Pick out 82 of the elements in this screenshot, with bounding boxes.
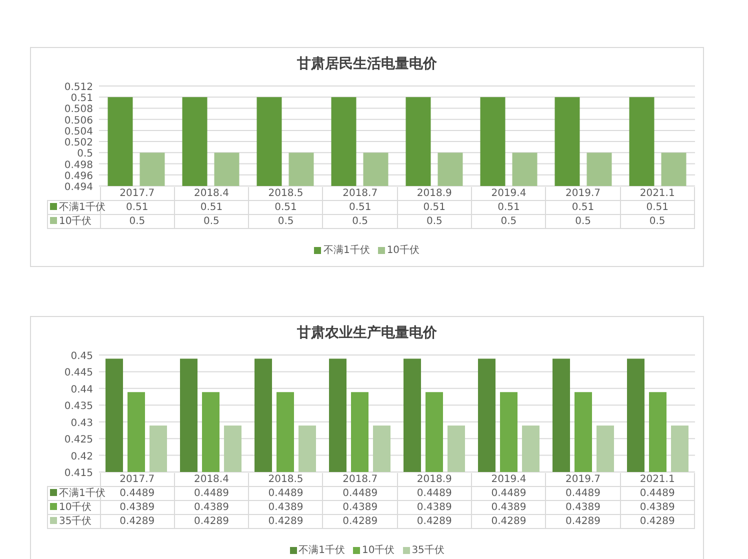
table-cell: 2019.7 [546,187,620,200]
table-cell: 2017.7 [100,187,174,200]
axis-label: 0.51 [70,93,93,104]
legend-label: 10千伏 [362,544,395,557]
axis-label: 0.445 [64,368,93,379]
table-cell: 2018.9 [397,473,472,486]
table-cell: 0.51 [620,200,694,214]
table-cell: 0.4489 [322,486,398,500]
series-label: 35千伏 [59,516,92,527]
legend-label: 不满1千伏 [323,244,370,257]
table-cell: 0.4489 [248,486,323,500]
table-cell: 0.4389 [397,500,472,514]
table-cell: 0.4489 [174,486,249,500]
chart-title: 甘肃居民生活电量电价 [296,55,438,74]
table-cell: 0.5 [322,214,398,228]
table-cell: 2021.1 [620,187,694,200]
table-cell: 0.5 [248,214,323,228]
table-cell: 2018.9 [397,187,472,200]
table-cell: 2019.7 [546,473,620,486]
table-cell: 2018.4 [174,187,249,200]
table-cell: 0.5 [100,214,174,228]
axis-label: 0.504 [64,126,93,138]
table-cell: 0.5 [174,214,249,228]
table-cell: 0.4289 [248,514,323,528]
table-cell: 0.4289 [100,514,174,528]
axis-label: 0.496 [64,170,93,182]
table-cell: 0.4289 [620,514,694,528]
axis-label: 0.494 [64,182,93,193]
table-cell: 0.4489 [397,486,472,500]
table-cell: 0.4389 [248,500,323,514]
table-cell: 0.51 [397,200,472,214]
table-cell: 2017.7 [100,473,174,486]
chart-title: 甘肃农业生产电量电价 [296,324,438,343]
axis-label: 0.502 [64,138,93,149]
axis-label: 0.425 [64,434,93,446]
axis-label: 0.43 [70,418,93,429]
legend-label: 不满1千伏 [298,544,345,557]
table-cell: 0.4489 [620,486,694,500]
table-cell: 0.51 [472,200,546,214]
axis-label: 0.44 [70,384,93,396]
table-cell: 0.5 [472,214,546,228]
table-cell: 0.4389 [620,500,694,514]
legend-label: 35千伏 [412,544,444,557]
table-cell: 0.5 [620,214,694,228]
axis-label: 0.506 [64,115,93,126]
table-cell: 2018.5 [248,187,323,200]
table-cell: 2019.4 [472,473,546,486]
table-cell: 2021.1 [620,473,694,486]
axis-label: 0.45 [70,351,93,362]
table-cell: 0.4289 [472,514,546,528]
axis-label: 0.512 [64,82,93,93]
table-cell: 0.4489 [546,486,620,500]
table-cell: 0.51 [174,200,249,214]
axis-label: 0.5 [77,148,93,160]
table-cell: 0.4289 [397,514,472,528]
table-cell: 0.4389 [322,500,398,514]
table-cell: 0.4389 [174,500,249,514]
table-cell: 0.4389 [472,500,546,514]
axis-label: 0.508 [64,104,93,116]
axis-label: 0.415 [64,468,93,479]
table-cell: 2018.7 [322,187,398,200]
table-cell: 0.4289 [546,514,620,528]
table-cell: 0.4389 [546,500,620,514]
table-cell: 2018.5 [248,473,323,486]
table-cell: 0.4389 [100,500,174,514]
series-label: 10千伏 [59,502,92,513]
table-cell: 2018.7 [322,473,398,486]
table-cell: 2019.4 [472,187,546,200]
table-cell: 0.5 [397,214,472,228]
axis-label: 0.435 [64,401,93,412]
table-cell: 0.5 [546,214,620,228]
series-label: 10千伏 [59,216,92,227]
table-cell: 0.4489 [472,486,546,500]
table-cell: 2018.4 [174,473,249,486]
table-cell: 0.4289 [322,514,398,528]
axis-label: 0.42 [70,451,93,462]
table-cell: 0.51 [322,200,398,214]
axis-label: 0.498 [64,160,93,171]
table-cell: 0.51 [248,200,323,214]
table-cell: 0.51 [546,200,620,214]
table-cell: 0.4289 [174,514,249,528]
legend-label: 10千伏 [386,244,420,257]
